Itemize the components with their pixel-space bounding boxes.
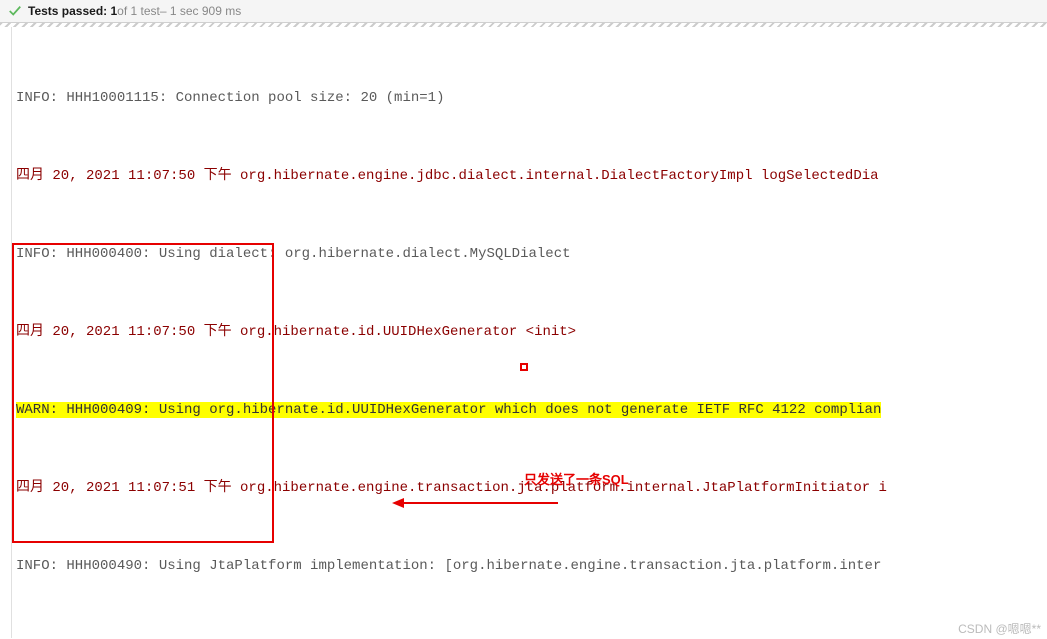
tests-duration: – 1 sec 909 ms xyxy=(160,4,241,18)
check-icon xyxy=(8,4,22,18)
log-line: 四月 20, 2021 11:07:50 下午 org.hibernate.id… xyxy=(16,319,1043,345)
annotation-red-square xyxy=(520,363,528,371)
tests-count-suffix: of 1 test xyxy=(117,4,160,18)
log-line: INFO: HHH000400: Using dialect: org.hibe… xyxy=(16,241,1043,267)
log-line: 四月 20, 2021 11:07:51 下午 org.hibernate.en… xyxy=(16,475,1043,501)
console-wrapper: INFO: HHH10001115: Connection pool size:… xyxy=(0,27,1047,638)
watermark: CSDN @嗯嗯** xyxy=(958,620,1041,637)
log-line: INFO: HHH000490: Using JtaPlatform imple… xyxy=(16,553,1043,579)
tests-passed-label: Tests passed: 1 xyxy=(28,4,117,18)
log-line: 四月 20, 2021 11:07:50 下午 org.hibernate.en… xyxy=(16,163,1043,189)
log-line: INFO: HHH10001115: Connection pool size:… xyxy=(16,85,1043,111)
test-status-bar: Tests passed: 1 of 1 test – 1 sec 909 ms xyxy=(0,0,1047,23)
console-gutter xyxy=(0,27,12,638)
sql-query-block: Hibernate: select a1_0.id, a1_0.content,… xyxy=(16,631,1043,638)
log-line-warn: WARN: HHH000409: Using org.hibernate.id.… xyxy=(16,402,881,418)
console-output[interactable]: INFO: HHH10001115: Connection pool size:… xyxy=(12,27,1047,638)
